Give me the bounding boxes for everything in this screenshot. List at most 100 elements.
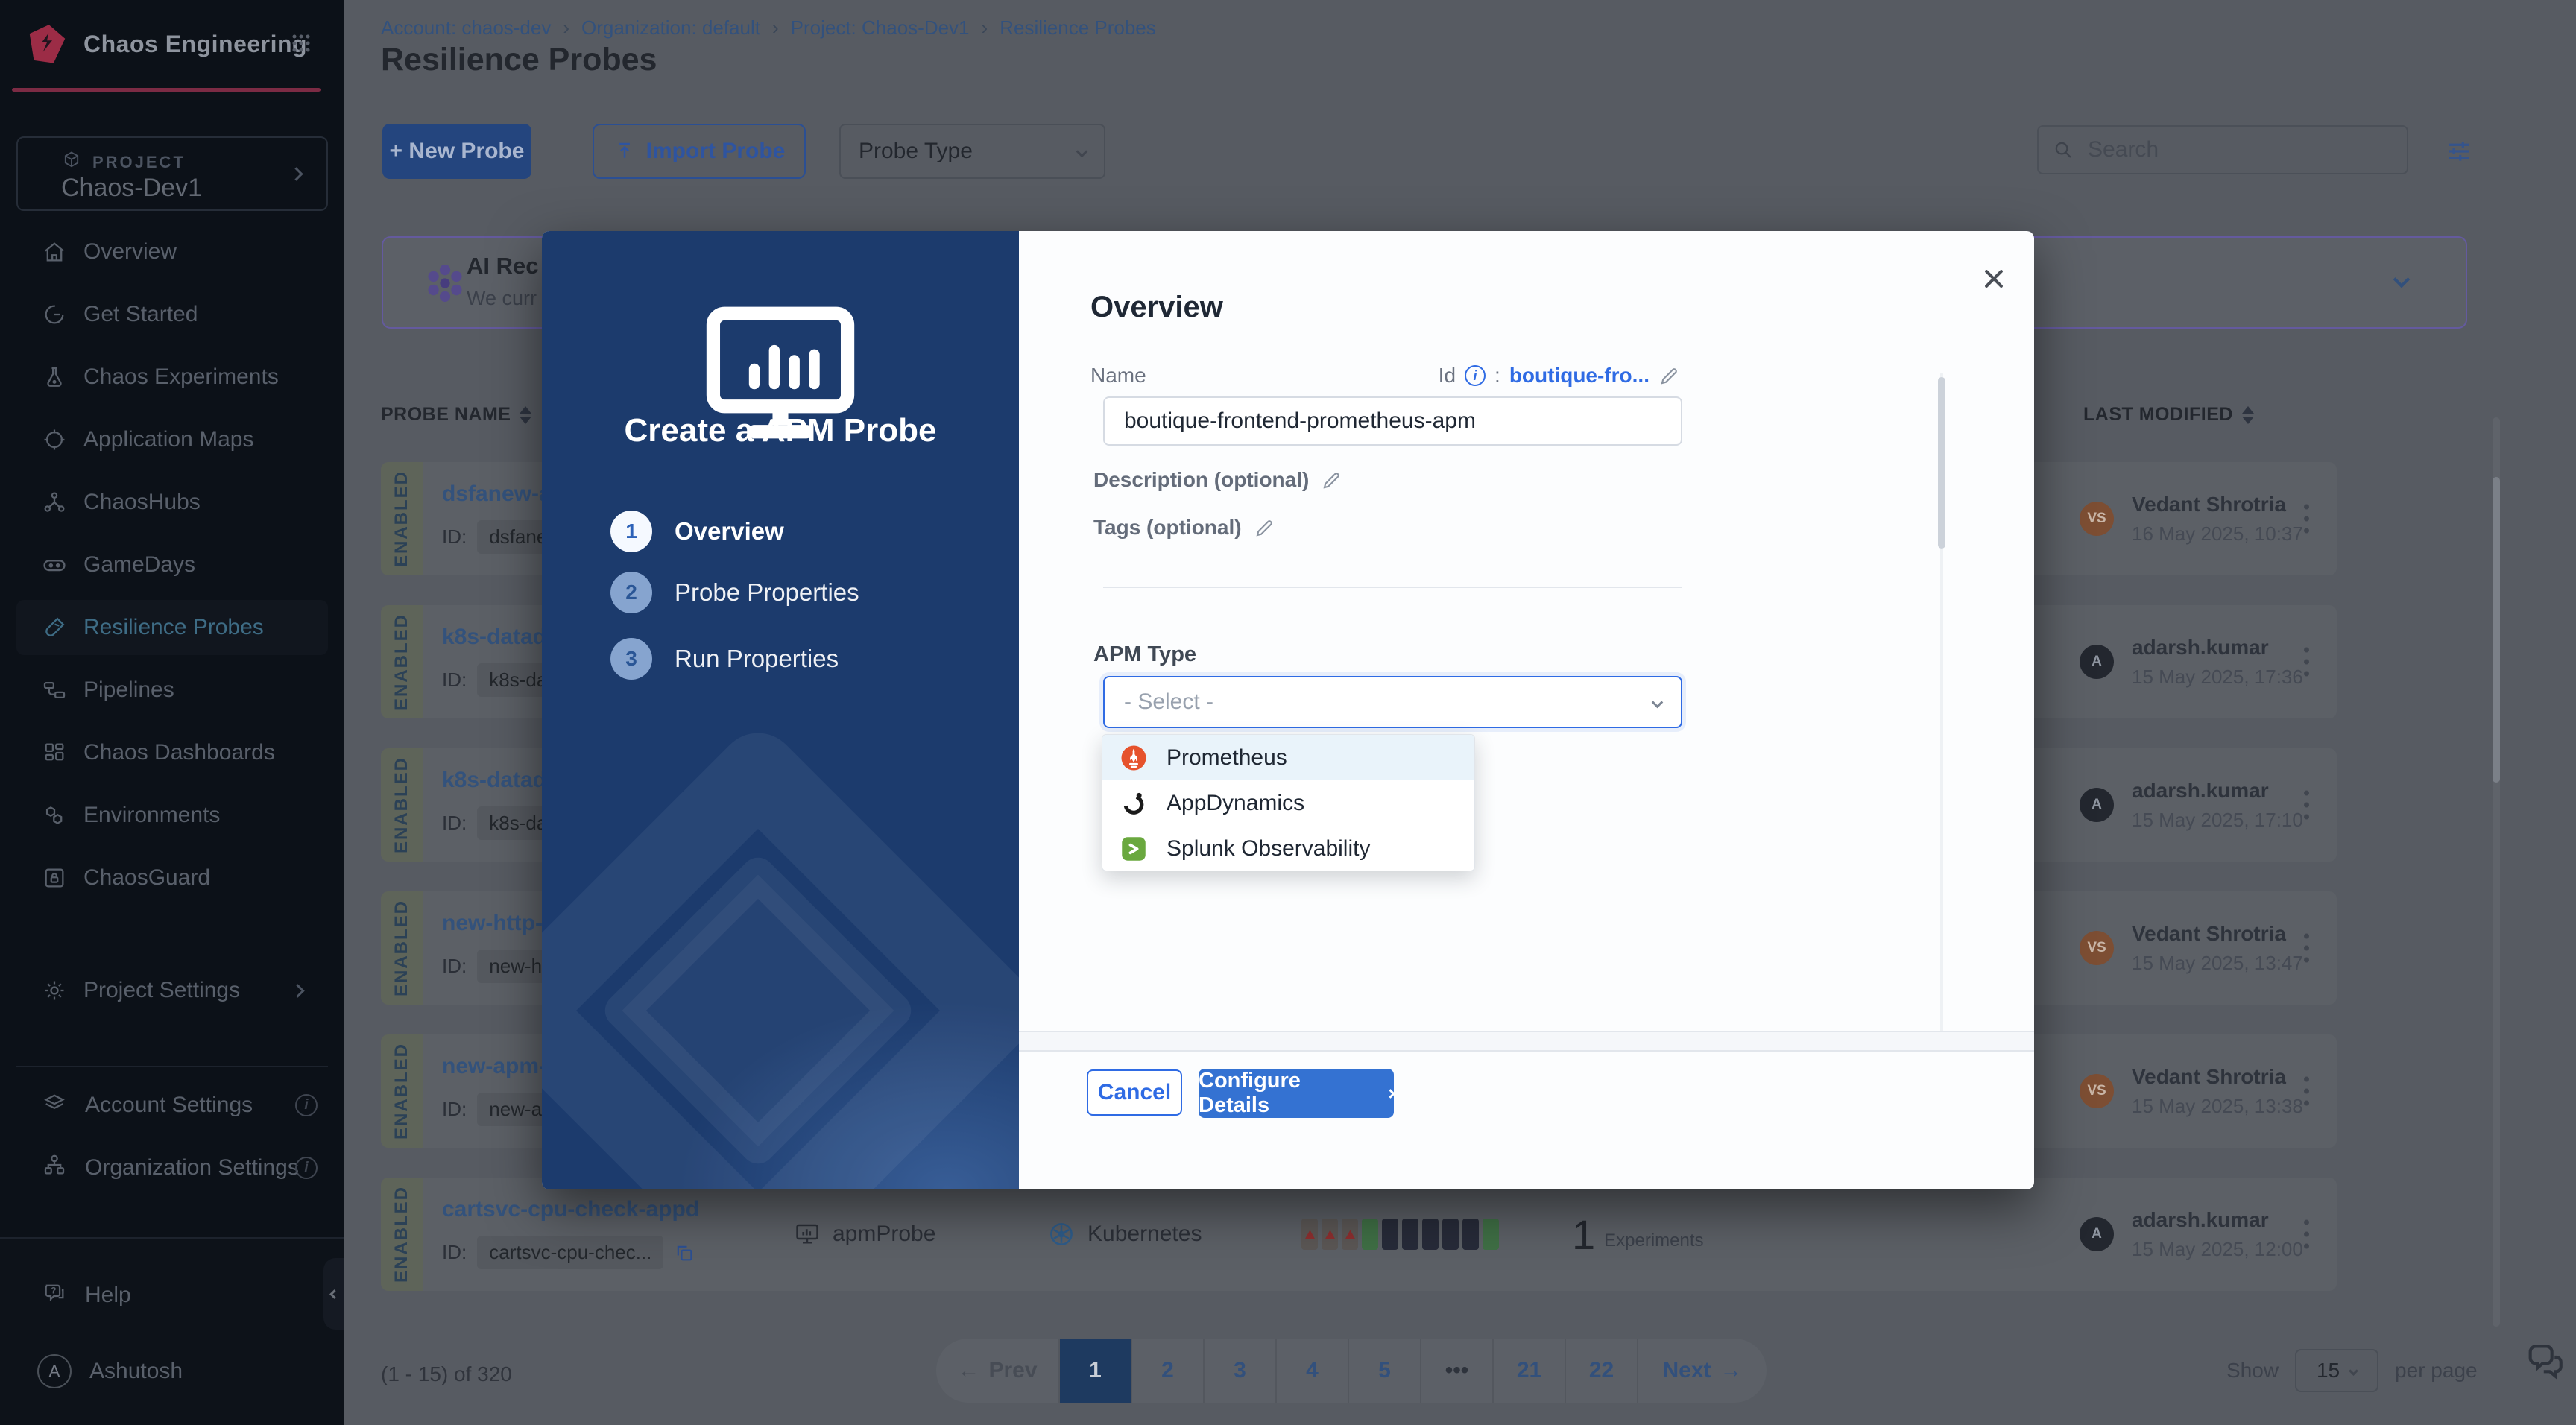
row-menu-button[interactable]: [2296, 1213, 2317, 1257]
option-prometheus[interactable]: Prometheus: [1102, 735, 1474, 780]
sidebar-item-environments[interactable]: Environments: [0, 784, 344, 847]
probe-name-link[interactable]: dsfanew-a: [442, 481, 552, 507]
modal-section-heading: Overview: [1090, 291, 1223, 324]
chevron-down-icon[interactable]: [2396, 274, 2408, 289]
next-page-button[interactable]: Next→: [1637, 1339, 1767, 1403]
probe-name-link[interactable]: cartsvc-cpu-check-appd: [442, 1197, 699, 1222]
support-chat-icon[interactable]: [2523, 1340, 2566, 1387]
wizard-step-run-properties[interactable]: 3 Run Properties: [610, 638, 839, 680]
modal-footer-strip: [1019, 1031, 2034, 1052]
dashboard-grid-icon: [42, 740, 67, 765]
edit-pencil-icon[interactable]: [1321, 469, 1343, 491]
sidebar-item-help[interactable]: ? Help: [42, 1280, 131, 1311]
sidebar-item-chaosguard[interactable]: ChaosGuard: [0, 847, 344, 909]
breadcrumb: Account: chaos-dev › Organization: defau…: [381, 16, 1156, 40]
sidebar-item-project-settings[interactable]: Project Settings: [0, 959, 344, 1022]
new-probe-button[interactable]: + New Probe: [382, 124, 531, 179]
filter-icon[interactable]: [2443, 136, 2475, 171]
probe-id-value: boutique-fro...: [1509, 364, 1650, 388]
page-size-bar: Show 15 per page: [2226, 1349, 2478, 1392]
prometheus-icon: [1120, 745, 1147, 771]
sidebar-item-account-settings[interactable]: Account Settings i: [42, 1090, 253, 1121]
sidebar-item-chaos-experiments[interactable]: Chaos Experiments: [0, 346, 344, 408]
project-selector[interactable]: PROJECT Chaos-Dev1: [16, 136, 328, 211]
row-menu-button[interactable]: [2296, 640, 2317, 684]
breadcrumb-item[interactable]: Resilience Probes: [1000, 16, 1156, 40]
sidebar-item-organization-settings[interactable]: Organization Settings i: [42, 1152, 299, 1184]
sidebar-item-gamedays[interactable]: GameDays: [0, 534, 344, 596]
sidebar-user[interactable]: A Ashutosh: [37, 1354, 183, 1388]
option-appdynamics[interactable]: AppDynamics: [1102, 780, 1474, 826]
probe-name-link[interactable]: new-http-: [442, 911, 543, 936]
home-icon: [42, 239, 67, 265]
org-chart-icon: [42, 1152, 67, 1184]
avatar: A: [2080, 645, 2114, 679]
prev-page-button[interactable]: ←Prev: [936, 1339, 1058, 1403]
sidebar-item-application-maps[interactable]: Application Maps: [0, 408, 344, 471]
sidebar-item-overview[interactable]: Overview: [0, 221, 344, 283]
avatar: A: [37, 1354, 72, 1388]
column-header-last-modified[interactable]: LAST MODIFIED: [2083, 404, 2254, 426]
modal-left-panel: Create a APM Probe 1 Overview 2 Probe Pr…: [542, 231, 1019, 1189]
breadcrumb-item[interactable]: Project: Chaos-Dev1: [791, 16, 970, 40]
sidebar-item-chaoshubs[interactable]: ChaosHubs: [0, 471, 344, 534]
sidebar-item-pipelines[interactable]: Pipelines: [0, 659, 344, 721]
sort-icon: [520, 406, 531, 424]
option-splunk-observability[interactable]: Splunk Observability: [1102, 826, 1474, 871]
page-ellipsis: •••: [1420, 1339, 1492, 1403]
table-row[interactable]: ENABLED cartsvc-cpu-check-appd ID: carts…: [381, 1178, 2337, 1291]
edit-pencil-icon[interactable]: [1254, 516, 1276, 539]
page-button[interactable]: 21: [1492, 1339, 1565, 1403]
probe-id-cluster: Id i : boutique-fro...: [1439, 364, 1681, 388]
info-icon[interactable]: i: [295, 1157, 318, 1179]
import-probe-button[interactable]: Import Probe: [593, 124, 806, 179]
sidebar-item-get-started[interactable]: Get Started: [0, 283, 344, 346]
module-grid-icon[interactable]: [288, 30, 315, 60]
row-menu-button[interactable]: [2296, 783, 2317, 827]
search-input[interactable]: [2086, 136, 2370, 163]
page-button[interactable]: 1: [1058, 1339, 1131, 1403]
column-header-probe-name[interactable]: PROBE NAME: [381, 404, 531, 426]
probe-name-link[interactable]: new-apm-: [442, 1054, 546, 1079]
scrollbar-thumb[interactable]: [2493, 477, 2500, 783]
project-label: PROJECT: [92, 153, 186, 172]
page-button[interactable]: 4: [1275, 1339, 1348, 1403]
harness-watermark: [542, 727, 1019, 1189]
page-size-select[interactable]: 15: [2295, 1349, 2378, 1392]
create-apm-probe-modal: Create a APM Probe 1 Overview 2 Probe Pr…: [542, 231, 2034, 1189]
sidebar-item-chaos-dashboards[interactable]: Chaos Dashboards: [0, 721, 344, 784]
breadcrumb-item[interactable]: Account: chaos-dev: [381, 16, 551, 40]
row-menu-button[interactable]: [2296, 1069, 2317, 1113]
cancel-button[interactable]: Cancel: [1087, 1069, 1182, 1116]
configure-details-button[interactable]: Configure Details: [1199, 1069, 1394, 1118]
close-icon[interactable]: [1979, 264, 2009, 294]
passed-status-tile: [1362, 1219, 1378, 1250]
modal-scrollbar-thumb[interactable]: [1938, 377, 1945, 549]
apm-type-select[interactable]: - Select -: [1103, 676, 1682, 728]
row-menu-button[interactable]: [2296, 497, 2317, 541]
page-button[interactable]: 5: [1348, 1339, 1420, 1403]
appdynamics-icon: [1120, 790, 1147, 817]
breadcrumb-item[interactable]: Organization: default: [581, 16, 760, 40]
page-button[interactable]: 3: [1203, 1339, 1275, 1403]
wizard-step-overview[interactable]: 1 Overview: [610, 511, 784, 552]
avatar: VS: [2080, 502, 2114, 536]
sidebar-item-resilience-probes[interactable]: Resilience Probes: [0, 596, 344, 659]
sidebar-collapse-handle[interactable]: [323, 1258, 344, 1330]
page-button[interactable]: 22: [1565, 1339, 1637, 1403]
warning-status-icon: [1322, 1219, 1338, 1250]
probe-name-link[interactable]: k8s-datad: [442, 625, 546, 650]
probe-name-input[interactable]: [1103, 396, 1682, 446]
page-button[interactable]: 2: [1131, 1339, 1203, 1403]
network-icon: [42, 490, 67, 515]
info-icon[interactable]: i: [1465, 365, 1486, 386]
copy-icon[interactable]: [674, 1242, 695, 1263]
row-menu-button[interactable]: [2296, 926, 2317, 970]
probe-type-filter[interactable]: Probe Type: [839, 124, 1105, 179]
banner-title: AI Rec: [467, 253, 538, 279]
search-box: [2037, 125, 2408, 174]
wizard-step-probe-properties[interactable]: 2 Probe Properties: [610, 572, 859, 613]
info-icon[interactable]: i: [295, 1094, 318, 1116]
edit-pencil-icon[interactable]: [1658, 364, 1681, 387]
probe-name-link[interactable]: k8s-datad: [442, 768, 546, 793]
